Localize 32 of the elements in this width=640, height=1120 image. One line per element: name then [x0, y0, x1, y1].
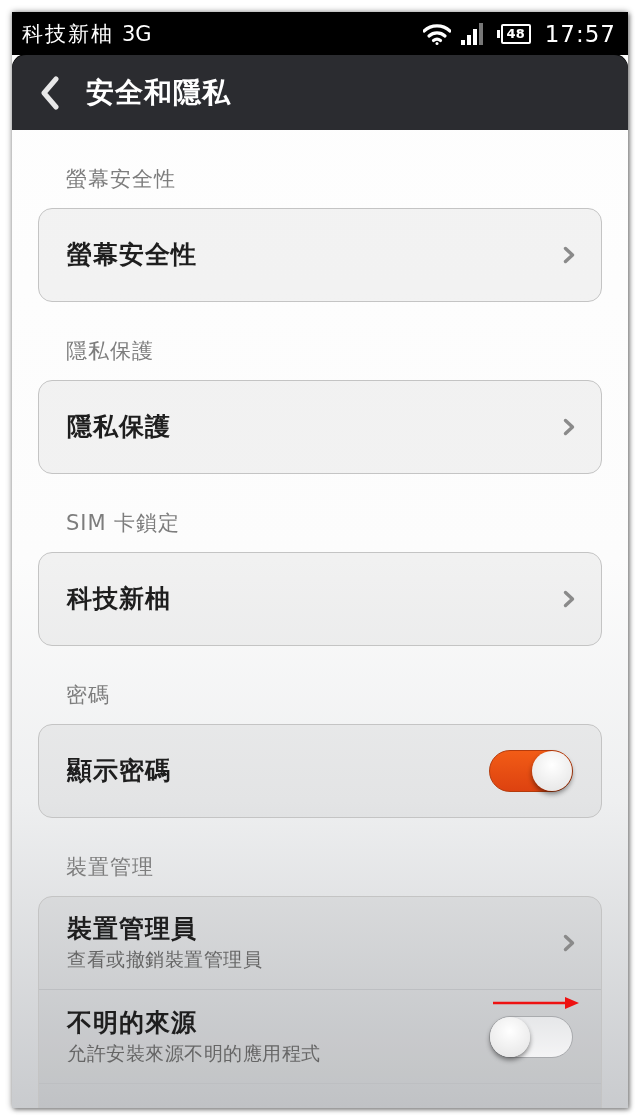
section-header: 螢幕安全性	[66, 166, 176, 193]
clock-time: 17:57	[544, 20, 616, 47]
network-type: 3G	[122, 21, 152, 46]
setting-title: 科技新柚	[67, 583, 171, 615]
setting-title: 螢幕安全性	[67, 239, 197, 271]
wifi-icon	[422, 22, 451, 45]
chevron-right-icon	[563, 590, 575, 608]
section-header: 密碼	[66, 682, 110, 709]
setting-description: 允許安裝來源不明的應用程式	[67, 1040, 321, 1066]
settings-card[interactable]: 科技新柚	[38, 552, 602, 646]
toggle-switch[interactable]	[489, 750, 573, 792]
signal-icon	[460, 22, 485, 45]
screen-title: 安全和隱私	[86, 74, 231, 111]
settings-card[interactable]: 裝置管理員 查看或撤銷裝置管理員 不明的來源 允許安裝來源不明的應用程式	[38, 896, 602, 1108]
toggle-switch[interactable]	[489, 1015, 573, 1058]
chevron-right-icon	[563, 418, 575, 436]
chevron-right-icon	[563, 934, 575, 952]
settings-card[interactable]: 隱私保護	[38, 380, 602, 474]
carrier-name: 科技新柚	[22, 20, 114, 48]
section-header: 裝置管理	[66, 854, 154, 881]
back-icon[interactable]	[40, 75, 60, 110]
setting-title: 顯示密碼	[67, 755, 171, 787]
setting-title: 不明的來源	[67, 1006, 197, 1039]
battery-indicator: 48	[500, 23, 531, 44]
setting-title: 隱私保護	[67, 411, 171, 443]
setting-title: 裝置管理員	[67, 913, 197, 945]
settings-card[interactable]: 螢幕安全性	[38, 208, 602, 302]
section-header: 隱私保護	[66, 338, 154, 365]
section-header: SIM 卡鎖定	[66, 510, 181, 537]
setting-description: 查看或撤銷裝置管理員	[67, 947, 262, 972]
settings-card[interactable]: 顯示密碼	[38, 724, 602, 818]
chevron-right-icon	[563, 246, 575, 264]
